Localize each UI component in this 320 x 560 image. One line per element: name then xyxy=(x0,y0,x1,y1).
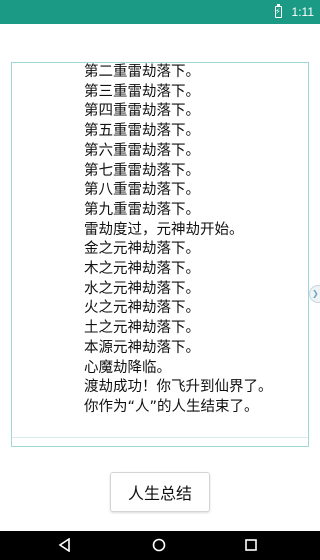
navigation-bar xyxy=(0,531,320,560)
log-line: 你作为“人”的人生结束了。 xyxy=(84,398,259,415)
log-line: 第三重雷劫落下。 xyxy=(84,83,200,100)
log-line: 水之元神劫落下。 xyxy=(84,280,200,297)
log-line: 第二重雷劫落下。 xyxy=(84,64,200,80)
log-line: 土之元神劫落下。 xyxy=(84,320,200,337)
recent-apps-button[interactable] xyxy=(232,531,272,560)
recent-square-icon xyxy=(245,539,257,551)
log-line: 火之元神劫落下。 xyxy=(84,300,200,317)
log-line: 雷劫度过，元神劫开始。 xyxy=(84,221,244,238)
floating-handle-icon: ❯ xyxy=(312,289,319,298)
battery-charging-icon xyxy=(275,4,282,18)
back-button[interactable] xyxy=(46,531,86,560)
log-line: 金之元神劫落下。 xyxy=(84,241,200,258)
life-log-text: 第二重雷劫落下。 第三重雷劫落下。 第四重雷劫落下。 第五重雷劫落下。 第六重雷… xyxy=(84,63,304,418)
log-line: 心魔劫降临。 xyxy=(84,359,171,376)
back-triangle-icon xyxy=(58,538,70,552)
log-line: 本源元神劫落下。 xyxy=(84,339,200,356)
home-circle-icon xyxy=(152,538,166,552)
life-summary-button[interactable]: 人生总结 xyxy=(110,472,210,512)
log-line: 第六重雷劫落下。 xyxy=(84,142,200,159)
log-line: 第七重雷劫落下。 xyxy=(84,162,200,179)
log-line: 第五重雷劫落下。 xyxy=(84,123,200,140)
status-time: 1:11 xyxy=(291,5,314,19)
log-line: 渡劫成功！你飞升到仙界了。 xyxy=(84,379,273,396)
log-line: 第四重雷劫落下。 xyxy=(84,103,200,120)
home-button[interactable] xyxy=(140,531,180,560)
log-line: 木之元神劫落下。 xyxy=(84,261,200,278)
log-bottom-divider xyxy=(12,437,308,438)
floating-edge-handle[interactable]: ❯ xyxy=(309,285,320,303)
log-line: 第九重雷劫落下。 xyxy=(84,201,200,218)
life-log-box[interactable]: 第二重雷劫落下。 第三重雷劫落下。 第四重雷劫落下。 第五重雷劫落下。 第六重雷… xyxy=(11,62,309,447)
log-line: 第八重雷劫落下。 xyxy=(84,182,200,199)
status-bar: 1:11 xyxy=(0,0,320,24)
